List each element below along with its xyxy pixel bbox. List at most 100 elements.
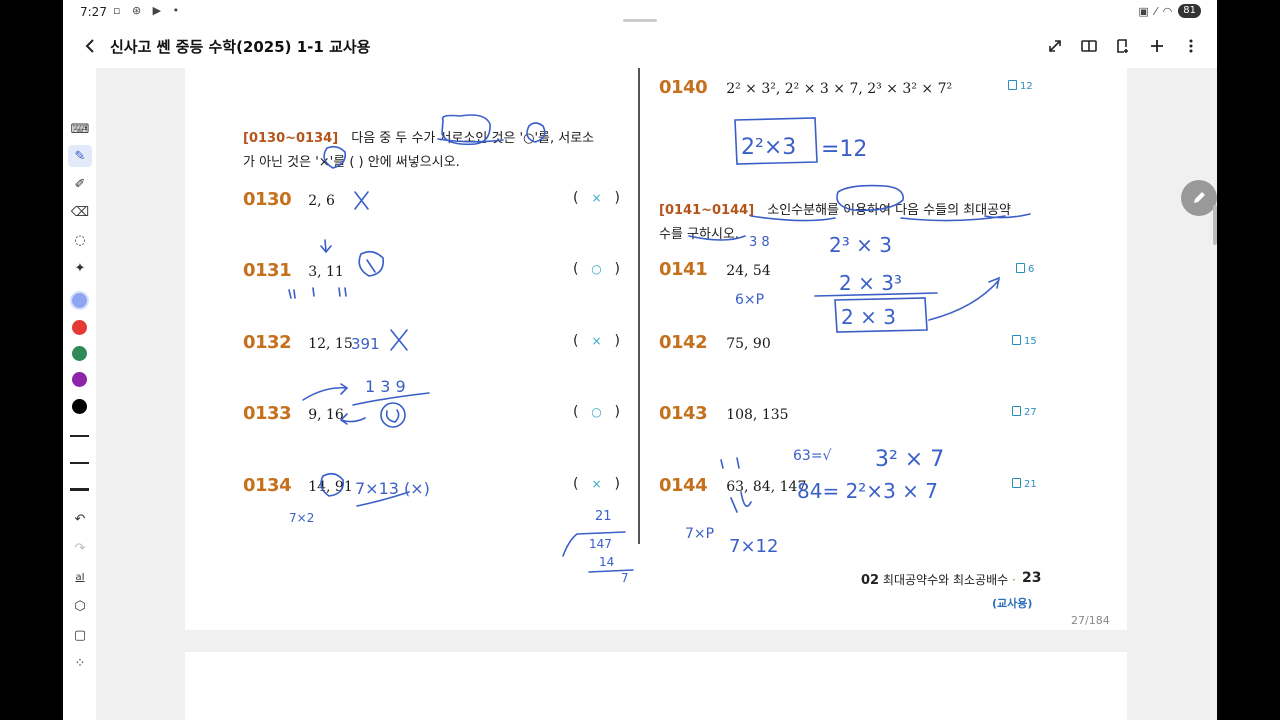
redo-button[interactable]: ↷ — [68, 537, 92, 559]
battery-indicator: 81 — [1178, 4, 1201, 18]
ink-circle-x-mark — [323, 145, 347, 169]
stroke-medium[interactable] — [70, 462, 89, 464]
color-swatch-red[interactable] — [72, 320, 87, 335]
ink-note-7x2: 7×2 — [289, 511, 314, 525]
sparkle-icon: ✦ — [74, 260, 86, 276]
color-swatch-blue[interactable] — [72, 293, 87, 308]
more-button[interactable] — [1179, 33, 1203, 59]
shapes-icon: ⬡ — [74, 598, 86, 614]
notification-icons: ▫ ⊛ ▶ • — [113, 4, 184, 17]
ink-factor-54: 2 × 3³ — [839, 271, 902, 295]
app-bar-actions — [1043, 33, 1203, 59]
ink-note-7xp: 7×P — [685, 526, 714, 542]
ink-note-6xp: 6×P — [735, 292, 764, 308]
ink-factor-63: 3² × 7 — [875, 447, 944, 472]
lasso-tool[interactable]: ◌ — [68, 229, 92, 251]
book-view-icon — [1081, 40, 1097, 52]
edge-panel-handle[interactable] — [1213, 205, 1217, 245]
keyboard-tool[interactable]: ⌨ — [68, 118, 92, 140]
document-page[interactable]: [0130~0134] 다음 중 두 수가 서로소인 것은 '○'를, 서로소 … — [185, 68, 1127, 630]
ink-underline-guhasio — [688, 235, 746, 241]
pen-icon: ✎ — [74, 148, 86, 164]
ink-note-0134: 7×13 (×) — [355, 479, 430, 498]
color-swatch-black[interactable] — [72, 399, 87, 414]
ink-circle-0131 — [358, 250, 385, 277]
ink-marks-0144 — [720, 457, 752, 513]
app-screen: 7:27 ▫ ⊛ ▶ • ▣ ⁄ ◠ 81 신사고 쎈 중등 수학(2025) … — [63, 0, 1217, 720]
grid-dots-icon: ⁘ — [74, 655, 86, 671]
color-swatch-purple[interactable] — [72, 372, 87, 387]
eraser-icon: ⌫ — [70, 204, 90, 220]
ink-arrow-top-0133 — [302, 383, 349, 401]
app-bar: 신사고 쎈 중등 수학(2025) 1-1 교사용 — [63, 24, 1217, 68]
keyboard-icon: ⌨ — [70, 121, 90, 137]
image-tool[interactable]: ▢ — [68, 624, 92, 646]
edit-fab[interactable] — [1181, 180, 1217, 216]
wifi-icon: ◠ — [1162, 4, 1173, 18]
ink-division-147: 147 — [589, 537, 612, 551]
ink-x-0132 — [390, 329, 408, 351]
ink-note-38: 3 8 — [749, 235, 770, 250]
image-lock-icon: ▢ — [73, 627, 87, 643]
ink-underline-soinsu — [750, 215, 836, 222]
drawing-toolbar: ⌨ ✎ ✐ ⌫ ◌ ✦ ↶ ↷ aI ⬡ ▢ ⁘ — [63, 68, 96, 720]
ink-note-0132: 391 — [351, 335, 380, 353]
more-tools[interactable]: ⁘ — [68, 652, 92, 674]
ink-division-7: 7 — [621, 571, 629, 585]
back-button[interactable] — [77, 33, 103, 59]
ink-result-0140: =12 — [821, 137, 867, 162]
text-icon: aI — [75, 571, 85, 583]
ink-arrow-0131 — [320, 239, 332, 254]
ink-answer-0141: 2 × 3 — [841, 305, 896, 329]
book-view-button[interactable] — [1077, 33, 1101, 59]
system-icons: ▣ ⁄ ◠ 81 — [1138, 4, 1201, 18]
ink-division-14: 14 — [599, 555, 614, 569]
eraser-tool[interactable]: ⌫ — [68, 201, 92, 223]
ink-circle-0133 — [380, 402, 406, 428]
expand-button[interactable] — [1043, 33, 1067, 59]
ink-note-63: 63=√ — [793, 448, 832, 464]
cast-icon: ▣ — [1138, 4, 1149, 18]
stroke-thick[interactable] — [70, 488, 89, 491]
window-grabber[interactable] — [623, 19, 657, 22]
more-vertical-icon — [1189, 39, 1193, 53]
ink-division-21: 21 — [595, 509, 612, 524]
left-letterbox — [0, 0, 63, 720]
redo-icon: ↷ — [74, 540, 86, 556]
ink-slash-0131 — [366, 259, 376, 273]
chevron-left-icon — [85, 39, 94, 53]
text-tool[interactable]: aI — [68, 566, 92, 588]
add-button[interactable] — [1145, 33, 1169, 59]
ink-arrow-bottom-0133 — [339, 413, 366, 425]
undo-button[interactable]: ↶ — [68, 508, 92, 530]
ink-note-0133: 1 3 9 — [365, 377, 406, 396]
ink-inner-circle-0133 — [385, 409, 400, 423]
ink-answer-0140: 2²×3 — [741, 135, 796, 160]
magic-tool[interactable]: ✦ — [68, 257, 92, 279]
next-page[interactable] — [185, 652, 1127, 720]
right-letterbox — [1217, 0, 1280, 720]
ink-circle-o-mark — [526, 122, 546, 143]
lasso-icon: ◌ — [74, 232, 86, 248]
stroke-thin[interactable] — [70, 435, 89, 437]
undo-icon: ↶ — [74, 511, 86, 527]
mute-icon: ⁄ — [1154, 4, 1157, 18]
ink-arrow-0141 — [928, 276, 1001, 321]
ink-ticks-0131 — [288, 287, 347, 299]
highlighter-tool[interactable]: ✐ — [68, 173, 92, 195]
ink-factor-84: 84= 2²×3 × 7 — [797, 479, 938, 503]
color-swatch-green[interactable] — [72, 346, 87, 361]
handwriting-layer: 391 1 3 9 7×13 (×) 7×2 21 147 14 7 2²×3 … — [288, 114, 1031, 585]
ink-circle-91 — [320, 472, 345, 497]
pencil-icon — [1194, 192, 1205, 203]
bookmark-button[interactable] — [1111, 33, 1135, 59]
document-title: 신사고 쎈 중등 수학(2025) 1-1 교사용 — [110, 38, 371, 56]
pen-tool[interactable]: ✎ — [68, 145, 92, 167]
ink-factor-24: 2³ × 3 — [829, 233, 892, 257]
ink-circle-iyong — [836, 184, 904, 212]
highlighter-icon: ✐ — [74, 176, 86, 192]
shape-tool[interactable]: ⬡ — [68, 595, 92, 617]
plus-icon — [1151, 40, 1163, 52]
ink-underline-choedae — [984, 213, 1031, 219]
ink-note-7x12: 7×12 — [729, 536, 778, 557]
